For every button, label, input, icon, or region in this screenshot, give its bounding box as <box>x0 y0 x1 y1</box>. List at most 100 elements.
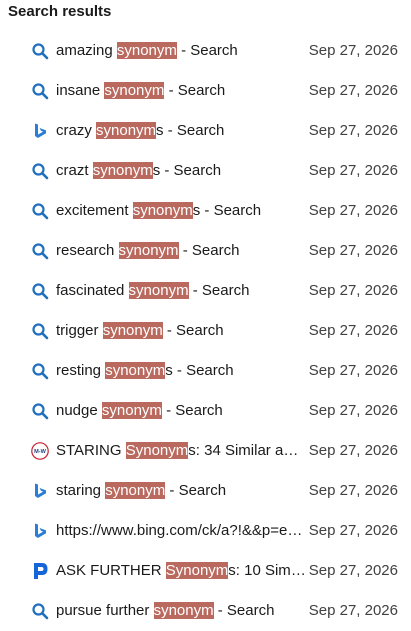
result-date: Sep 27, 2026 <box>308 322 398 339</box>
title-suffix: - Search <box>162 322 224 339</box>
title-prefix: staring <box>56 482 106 499</box>
result-date: Sep 27, 2026 <box>308 42 398 59</box>
search-icon <box>31 162 49 180</box>
result-title[interactable]: insane synonym - Search <box>56 81 306 101</box>
result-title[interactable]: https://www.bing.com/ck/a?!&&p=e4d7f9b3a… <box>56 521 306 541</box>
result-title[interactable]: crazy synonyms - Search <box>56 121 306 141</box>
search-icon <box>31 322 49 340</box>
title-suffix: - Search <box>213 602 275 619</box>
search-highlight: synonym <box>128 282 189 299</box>
bing-icon <box>31 522 49 540</box>
title-prefix: nudge <box>56 402 102 419</box>
result-date: Sep 27, 2026 <box>308 202 398 219</box>
search-highlight: synonym <box>96 122 157 139</box>
title-prefix: trigger <box>56 322 103 339</box>
merriam-webster-icon: M-W <box>31 442 49 460</box>
title-suffix: - Search <box>165 482 227 499</box>
result-date: Sep 27, 2026 <box>308 362 398 379</box>
result-date: Sep 27, 2026 <box>308 402 398 419</box>
result-row[interactable]: trigger synonym - Search Sep 27, 2026 <box>0 311 411 351</box>
search-icon <box>31 242 49 260</box>
result-row[interactable]: amazing synonym - Search Sep 27, 2026 <box>0 31 411 71</box>
search-highlight: synonym <box>105 362 166 379</box>
result-row[interactable]: fascinated synonym - Search Sep 27, 2026 <box>0 271 411 311</box>
title-suffix: - Search <box>188 282 250 299</box>
result-title[interactable]: nudge synonym - Search <box>56 401 306 421</box>
title-prefix: crazt <box>56 162 93 179</box>
search-highlight: synonym <box>118 242 179 259</box>
search-highlight: synonym <box>132 202 193 219</box>
title-prefix: pursue further <box>56 602 154 619</box>
svg-text:M-W: M-W <box>34 449 47 455</box>
result-title[interactable]: amazing synonym - Search <box>56 41 306 61</box>
title-prefix: fascinated <box>56 282 129 299</box>
result-title[interactable]: pursue further synonym - Search <box>56 601 306 621</box>
title-suffix: s: 34 Similar and Opposite Words <box>188 442 306 459</box>
result-row[interactable]: resting synonyms - Search Sep 27, 2026 <box>0 351 411 391</box>
result-row[interactable]: M-W STARING Synonyms: 34 Similar and Oppo… <box>0 431 411 471</box>
search-icon <box>31 282 49 300</box>
result-row[interactable]: pursue further synonym - Search Sep 27, 2… <box>0 591 411 631</box>
result-date: Sep 27, 2026 <box>308 122 398 139</box>
result-title[interactable]: ASK FURTHER Synonyms: 10 Similar Words <box>56 561 306 581</box>
result-title[interactable]: excitement synonyms - Search <box>56 201 306 221</box>
result-title[interactable]: staring synonym - Search <box>56 481 306 501</box>
result-row[interactable]: staring synonym - Search Sep 27, 2026 <box>0 471 411 511</box>
search-highlight: synonym <box>102 322 163 339</box>
title-suffix: s - Search <box>192 202 262 219</box>
result-title[interactable]: resting synonyms - Search <box>56 361 306 381</box>
result-row[interactable]: nudge synonym - Search Sep 27, 2026 <box>0 391 411 431</box>
search-highlight: Synonym <box>165 562 229 579</box>
result-row[interactable]: insane synonym - Search Sep 27, 2026 <box>0 71 411 111</box>
search-highlight: synonym <box>92 162 153 179</box>
result-title[interactable]: STARING Synonyms: 34 Similar and Opposit… <box>56 441 306 461</box>
result-title[interactable]: trigger synonym - Search <box>56 321 306 341</box>
result-title[interactable]: research synonym - Search <box>56 241 306 261</box>
search-highlight: Synonym <box>125 442 189 459</box>
title-prefix: research <box>56 242 119 259</box>
search-highlight: synonym <box>104 82 165 99</box>
title-prefix: crazy <box>56 122 97 139</box>
title-suffix: s - Search <box>152 162 222 179</box>
result-date: Sep 27, 2026 <box>308 162 398 179</box>
result-title[interactable]: crazt synonyms - Search <box>56 161 306 181</box>
bing-icon <box>31 482 49 500</box>
result-row[interactable]: crazt synonyms - Search Sep 27, 2026 <box>0 151 411 191</box>
search-highlight: synonym <box>105 482 166 499</box>
title-suffix: - Search <box>178 242 240 259</box>
title-prefix: excitement <box>56 202 133 219</box>
title-suffix: s: 10 Similar Words <box>228 562 306 579</box>
result-row[interactable]: https://www.bing.com/ck/a?!&&p=e4d7f9b3a… <box>0 511 411 551</box>
result-date: Sep 27, 2026 <box>308 282 398 299</box>
result-row[interactable]: ASK FURTHER Synonyms: 10 Similar WordsSe… <box>0 551 411 591</box>
result-date: Sep 27, 2026 <box>308 482 398 499</box>
search-icon <box>31 42 49 60</box>
section-heading: Search results <box>8 3 112 20</box>
search-icon <box>31 362 49 380</box>
result-date: Sep 27, 2026 <box>308 562 398 579</box>
search-icon <box>31 402 49 420</box>
title-prefix: resting <box>56 362 106 379</box>
result-title[interactable]: fascinated synonym - Search <box>56 281 306 301</box>
title-suffix: - Search <box>176 42 238 59</box>
title-prefix: amazing <box>56 42 117 59</box>
result-row[interactable]: excitement synonyms - Search Sep 27, 2026 <box>0 191 411 231</box>
search-icon <box>31 202 49 220</box>
search-icon <box>31 82 49 100</box>
result-row[interactable]: research synonym - Search Sep 27, 2026 <box>0 231 411 271</box>
title-prefix: STARING <box>56 442 126 459</box>
result-date: Sep 27, 2026 <box>308 522 398 539</box>
result-date: Sep 27, 2026 <box>308 442 398 459</box>
search-highlight: synonym <box>101 402 162 419</box>
result-row[interactable]: crazy synonyms - Search Sep 27, 2026 <box>0 111 411 151</box>
search-highlight: synonym <box>153 602 214 619</box>
title-prefix: insane <box>56 82 105 99</box>
result-date: Sep 27, 2026 <box>308 82 398 99</box>
search-icon <box>31 602 49 620</box>
search-highlight: synonym <box>116 42 177 59</box>
bing-icon <box>31 122 49 140</box>
result-date: Sep 27, 2026 <box>308 602 398 619</box>
title-prefix: https://www.bing.com/ck/a?!&&p=e4d7f9b3a… <box>56 522 306 539</box>
search-results-list: amazing synonym - Search Sep 27, 2026 insa… <box>0 31 411 631</box>
title-suffix: s - Search <box>156 122 225 139</box>
